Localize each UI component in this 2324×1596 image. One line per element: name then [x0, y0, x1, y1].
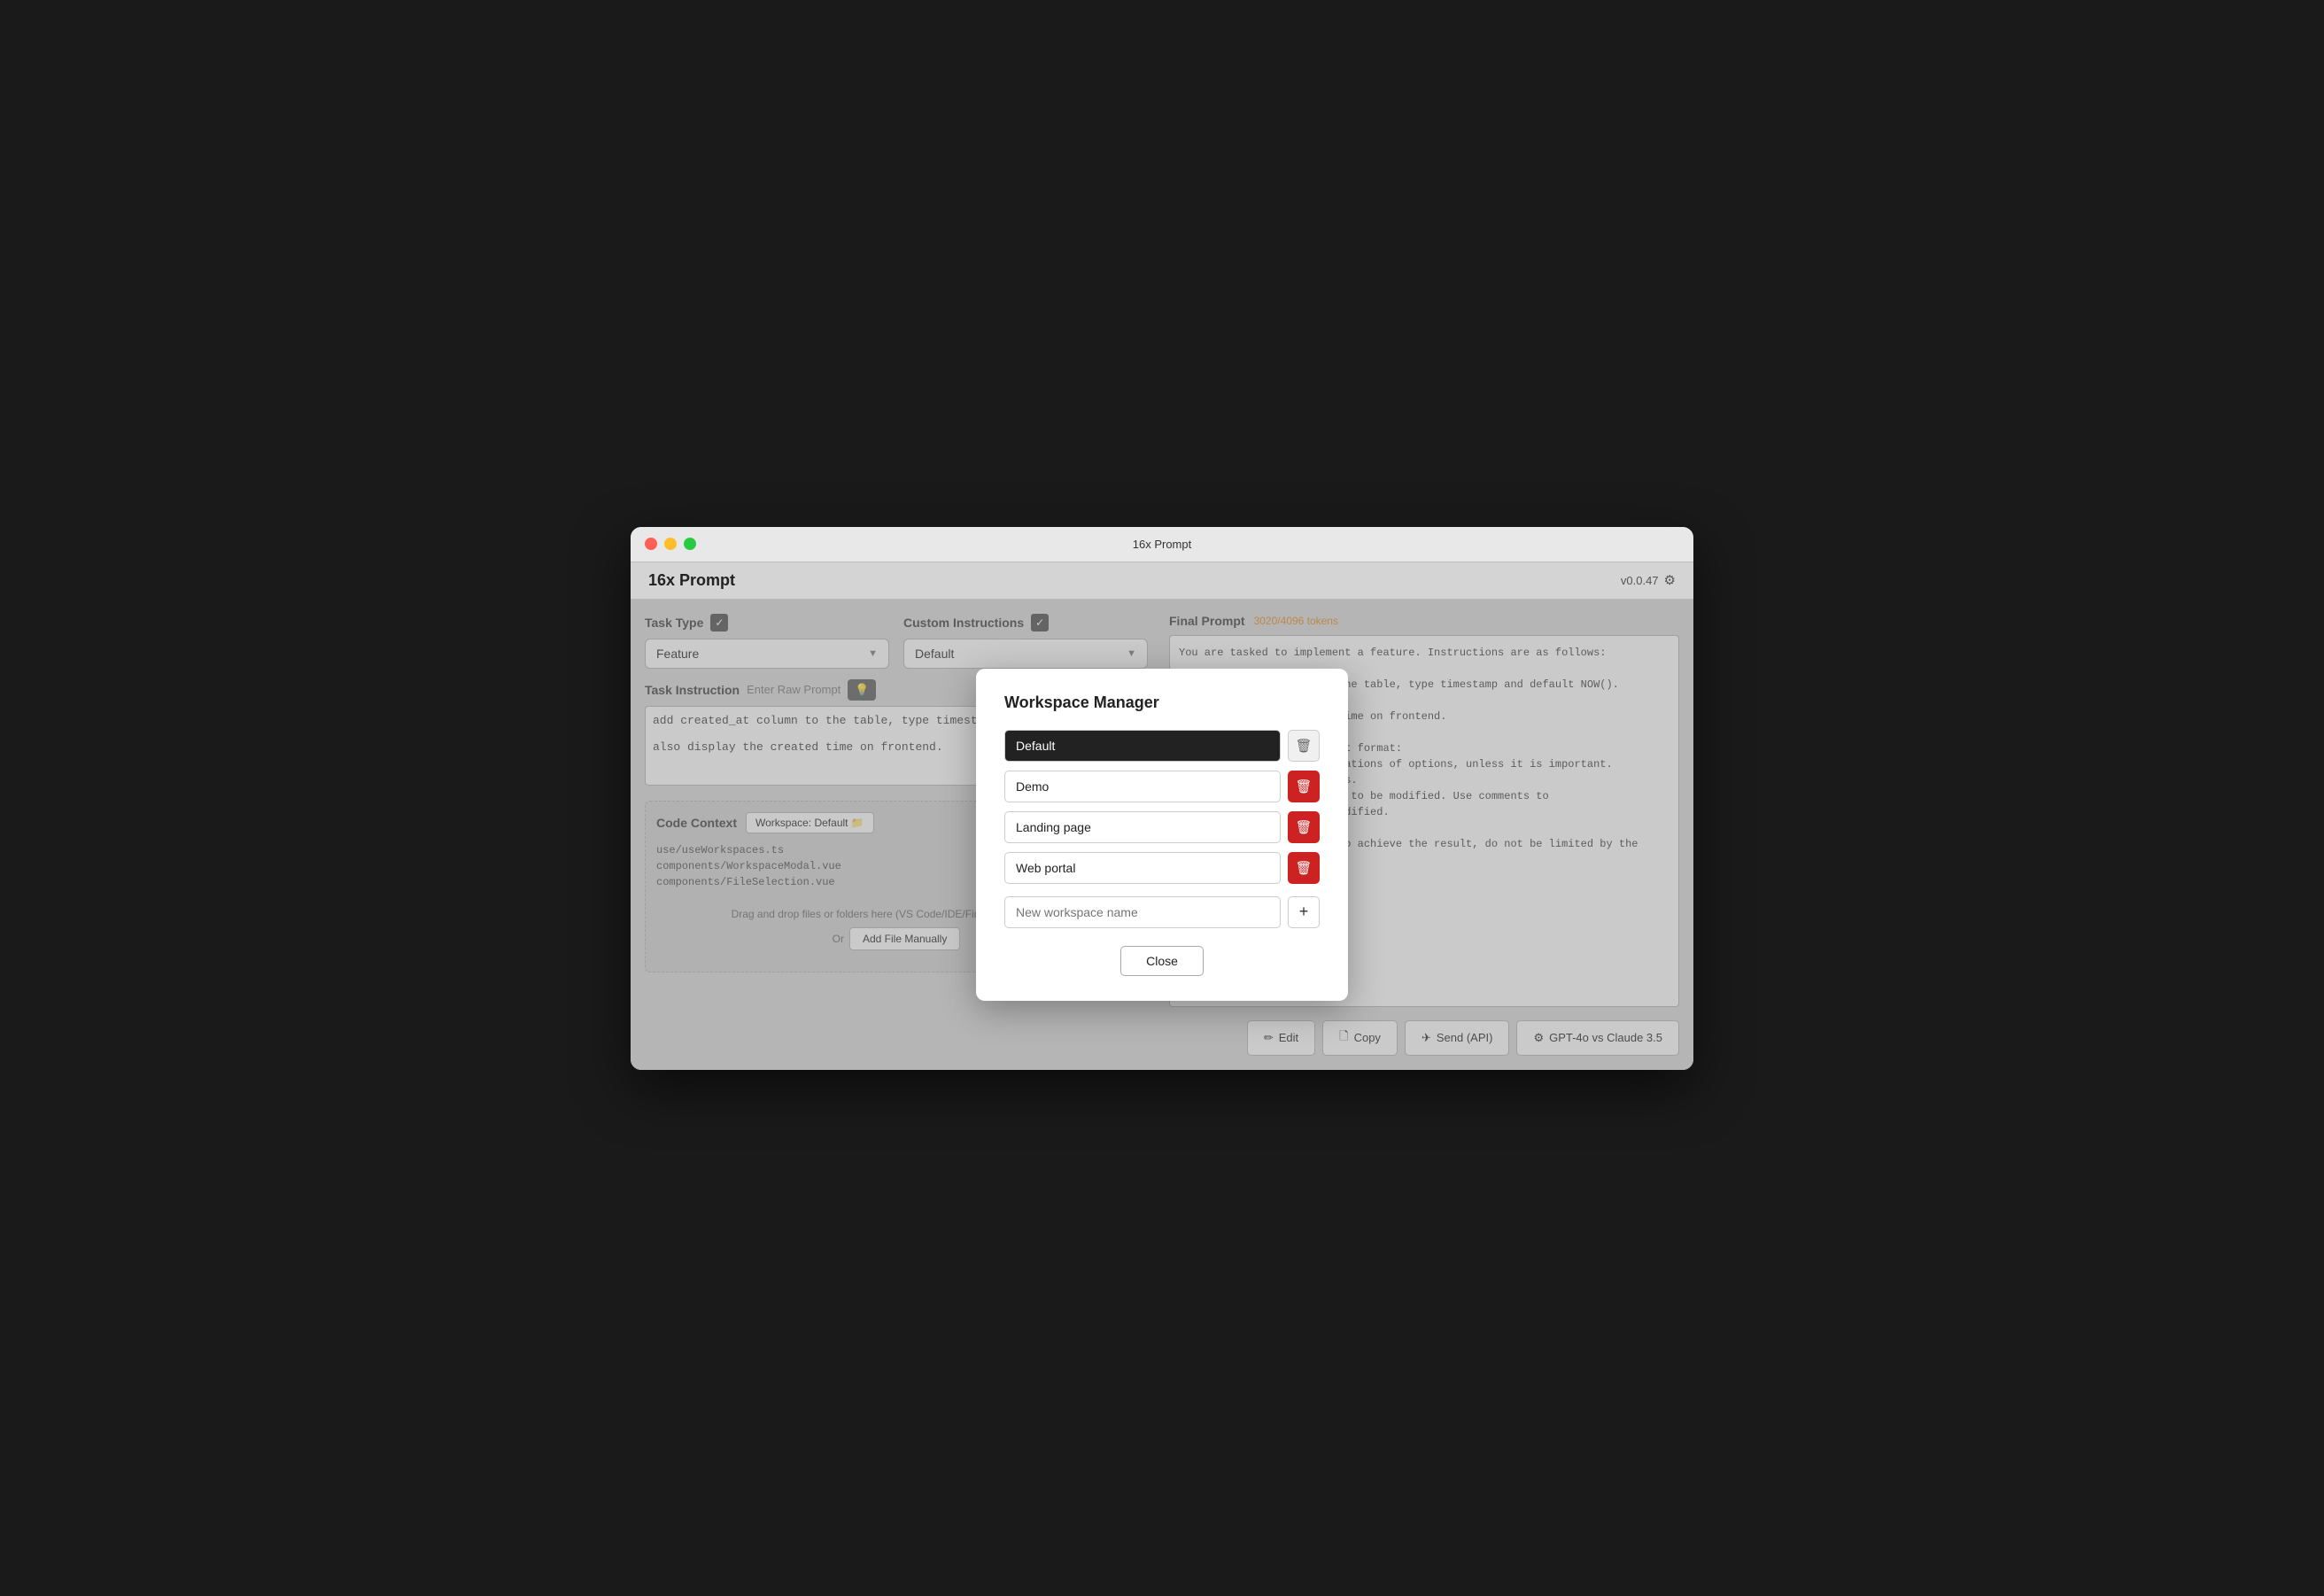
- modal-overlay: Workspace Manager 🗑 🗑 🗑: [631, 600, 1693, 1070]
- workspace-name-input-demo[interactable]: [1004, 771, 1281, 802]
- workspace-action-btn-default[interactable]: 🗑: [1288, 730, 1320, 762]
- app-name: 16x Prompt: [648, 571, 735, 590]
- delete-workspace-btn-webportal[interactable]: 🗑: [1288, 852, 1320, 884]
- app-version: v0.0.47 ⚙: [1621, 572, 1676, 588]
- app-window: 16x Prompt 16x Prompt v0.0.47 ⚙ Task Typ…: [631, 527, 1693, 1070]
- workspace-item-landing: 🗑: [1004, 811, 1320, 843]
- delete-workspace-btn-landing[interactable]: 🗑: [1288, 811, 1320, 843]
- new-workspace-row: +: [1004, 896, 1320, 928]
- delete-workspace-btn-demo[interactable]: 🗑: [1288, 771, 1320, 802]
- close-window-btn[interactable]: [645, 538, 657, 550]
- workspace-name-input-default[interactable]: [1004, 730, 1281, 762]
- settings-icon[interactable]: ⚙: [1664, 572, 1676, 588]
- workspace-item-default: 🗑: [1004, 730, 1320, 762]
- version-text: v0.0.47: [1621, 574, 1659, 587]
- app-header: 16x Prompt v0.0.47 ⚙: [631, 562, 1693, 600]
- maximize-window-btn[interactable]: [684, 538, 696, 550]
- main-content: Task Type ✓ Feature ▼ Custom Instruction…: [631, 600, 1693, 1070]
- workspace-name-input-webportal[interactable]: [1004, 852, 1281, 884]
- modal-footer: Close: [1004, 946, 1320, 976]
- add-workspace-button[interactable]: +: [1288, 896, 1320, 928]
- workspace-manager-modal: Workspace Manager 🗑 🗑 🗑: [976, 669, 1348, 1001]
- window-controls: [645, 538, 696, 550]
- modal-title: Workspace Manager: [1004, 693, 1320, 712]
- workspace-item-demo: 🗑: [1004, 771, 1320, 802]
- titlebar: 16x Prompt: [631, 527, 1693, 562]
- minimize-window-btn[interactable]: [664, 538, 677, 550]
- close-modal-button[interactable]: Close: [1120, 946, 1204, 976]
- window-title: 16x Prompt: [1133, 538, 1191, 551]
- workspace-item-webportal: 🗑: [1004, 852, 1320, 884]
- new-workspace-input[interactable]: [1004, 896, 1281, 928]
- workspace-name-input-landing[interactable]: [1004, 811, 1281, 843]
